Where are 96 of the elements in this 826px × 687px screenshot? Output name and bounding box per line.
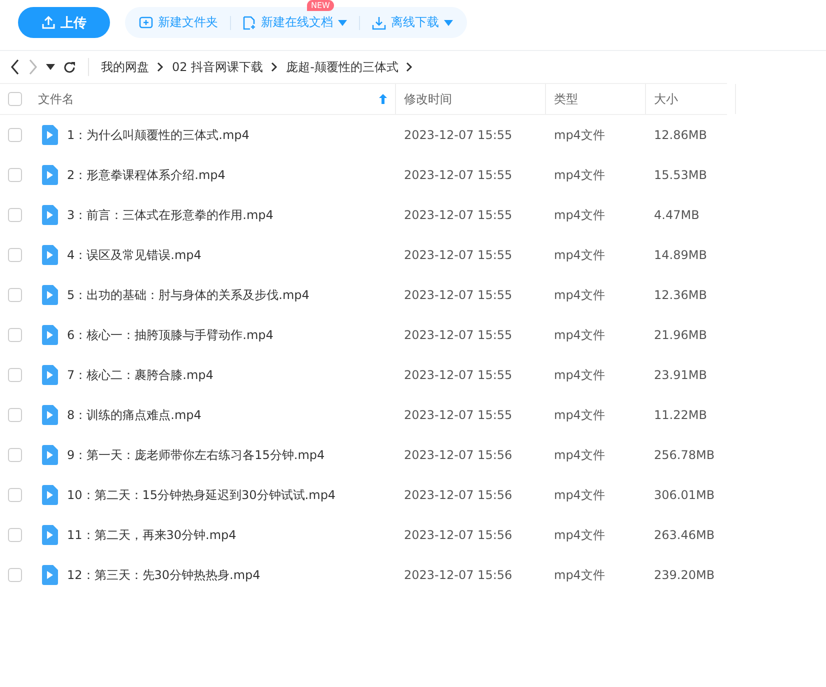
file-size: 11.22MB — [653, 408, 708, 422]
modified-time: 2023-12-07 15:56 — [403, 448, 514, 462]
forward-button[interactable] — [28, 59, 38, 75]
file-size: 23.91MB — [653, 368, 708, 382]
breadcrumb-link[interactable]: 我的网盘 — [101, 58, 149, 76]
modified-time: 2023-12-07 15:55 — [403, 288, 514, 302]
file-name[interactable]: 7：核心二：裹胯合膝.mp4 — [67, 366, 214, 384]
file-name[interactable]: 6：核心一：抽胯顶膝与手臂动作.mp4 — [67, 326, 274, 344]
folder-plus-icon — [139, 16, 153, 29]
breadcrumb-link[interactable]: 庞超-颠覆性的三体式 — [286, 58, 398, 76]
file-size: 12.86MB — [653, 128, 708, 142]
file-type: mp4文件 — [553, 206, 606, 224]
file-type: mp4文件 — [553, 286, 606, 304]
file-type: mp4文件 — [553, 366, 606, 384]
file-name[interactable]: 3：前言：三体式在形意拳的作用.mp4 — [67, 206, 274, 224]
file-name[interactable]: 10：第二天：15分钟热身延迟到30分钟试试.mp4 — [67, 486, 336, 504]
file-size: 256.78MB — [653, 448, 716, 462]
upload-icon — [42, 16, 54, 29]
modified-time: 2023-12-07 15:55 — [403, 208, 514, 222]
row-checkbox[interactable] — [8, 248, 22, 262]
file-type: mp4文件 — [553, 486, 606, 504]
modified-time: 2023-12-07 15:55 — [403, 128, 514, 142]
video-file-icon — [42, 205, 58, 225]
video-file-icon — [42, 245, 58, 265]
column-header[interactable]: 类型 — [554, 90, 578, 108]
file-type: mp4文件 — [553, 246, 606, 264]
file-size: 4.47MB — [653, 208, 700, 222]
video-file-icon — [42, 525, 58, 545]
modified-time: 2023-12-07 15:55 — [403, 368, 514, 382]
file-size: 239.20MB — [653, 568, 716, 582]
refresh-button[interactable] — [63, 60, 76, 74]
row-checkbox[interactable] — [8, 128, 22, 142]
file-size: 306.01MB — [653, 488, 716, 502]
file-name[interactable]: 11：第二天，再来30分钟.mp4 — [67, 526, 236, 544]
video-file-icon — [42, 565, 58, 585]
column-header[interactable]: 修改时间 — [404, 90, 452, 108]
video-file-icon — [42, 325, 58, 345]
file-size: 21.96MB — [653, 328, 708, 342]
row-checkbox[interactable] — [8, 568, 22, 582]
file-name[interactable]: 1：为什么叫颠覆性的三体式.mp4 — [67, 126, 250, 144]
modified-time: 2023-12-07 15:55 — [403, 168, 514, 182]
new-badge: NEW — [307, 0, 334, 11]
row-checkbox[interactable] — [8, 168, 22, 182]
chevron-right-icon — [157, 62, 164, 72]
file-size: 15.53MB — [653, 168, 708, 182]
row-checkbox[interactable] — [8, 208, 22, 222]
file-type: mp4文件 — [553, 166, 606, 184]
file-size: 12.36MB — [653, 288, 708, 302]
video-file-icon — [42, 125, 58, 145]
back-button[interactable] — [10, 59, 20, 75]
file-type: mp4文件 — [553, 446, 606, 464]
select-all-checkbox[interactable] — [8, 92, 22, 106]
row-checkbox[interactable] — [8, 528, 22, 542]
modified-time: 2023-12-07 15:55 — [403, 408, 514, 422]
video-file-icon — [42, 165, 58, 185]
history-button[interactable] — [46, 64, 55, 70]
modified-time: 2023-12-07 15:56 — [403, 528, 514, 542]
row-checkbox[interactable] — [8, 328, 22, 342]
row-checkbox[interactable] — [8, 368, 22, 382]
file-name[interactable]: 5：出功的基础：肘与身体的关系及步伐.mp4 — [67, 286, 310, 304]
chevron-right-icon — [271, 62, 278, 72]
row-checkbox[interactable] — [8, 408, 22, 422]
row-checkbox[interactable] — [8, 488, 22, 502]
download-icon — [372, 16, 386, 30]
file-name[interactable]: 9：第一天：庞老师带你左右练习各15分钟.mp4 — [67, 446, 325, 464]
video-file-icon — [42, 485, 58, 505]
column-header[interactable]: 大小 — [654, 90, 678, 108]
caret-icon — [46, 64, 55, 70]
file-name[interactable]: 12：第三天：先30分钟热热身.mp4 — [67, 566, 260, 584]
file-name[interactable]: 2：形意拳课程体系介绍.mp4 — [67, 166, 226, 184]
document-plus-icon — [243, 16, 256, 30]
refresh-icon — [63, 60, 76, 74]
file-size: 263.46MB — [653, 528, 716, 542]
back-icon — [10, 59, 20, 75]
video-file-icon — [42, 285, 58, 305]
file-name[interactable]: 4：误区及常见错误.mp4 — [67, 246, 202, 264]
column-header[interactable]: 文件名 — [38, 90, 74, 108]
video-file-icon — [42, 365, 58, 385]
breadcrumb-link[interactable]: 02 抖音网课下载 — [172, 58, 264, 76]
video-file-icon — [42, 445, 58, 465]
file-size: 14.89MB — [653, 248, 708, 262]
forward-icon — [28, 59, 38, 75]
video-file-icon — [42, 405, 58, 425]
file-type: mp4文件 — [553, 406, 606, 424]
modified-time: 2023-12-07 15:56 — [403, 488, 514, 502]
modified-time: 2023-12-07 15:55 — [403, 328, 514, 342]
chevron-right-icon — [406, 62, 414, 72]
modified-time: 2023-12-07 15:56 — [403, 568, 514, 582]
file-name[interactable]: 8：训练的痛点难点.mp4 — [67, 406, 202, 424]
row-checkbox[interactable] — [8, 288, 22, 302]
modified-time: 2023-12-07 15:55 — [403, 248, 514, 262]
file-type: mp4文件 — [553, 126, 606, 144]
row-checkbox[interactable] — [8, 448, 22, 462]
file-type: mp4文件 — [553, 566, 606, 584]
file-type: mp4文件 — [553, 326, 606, 344]
file-type: mp4文件 — [553, 526, 606, 544]
